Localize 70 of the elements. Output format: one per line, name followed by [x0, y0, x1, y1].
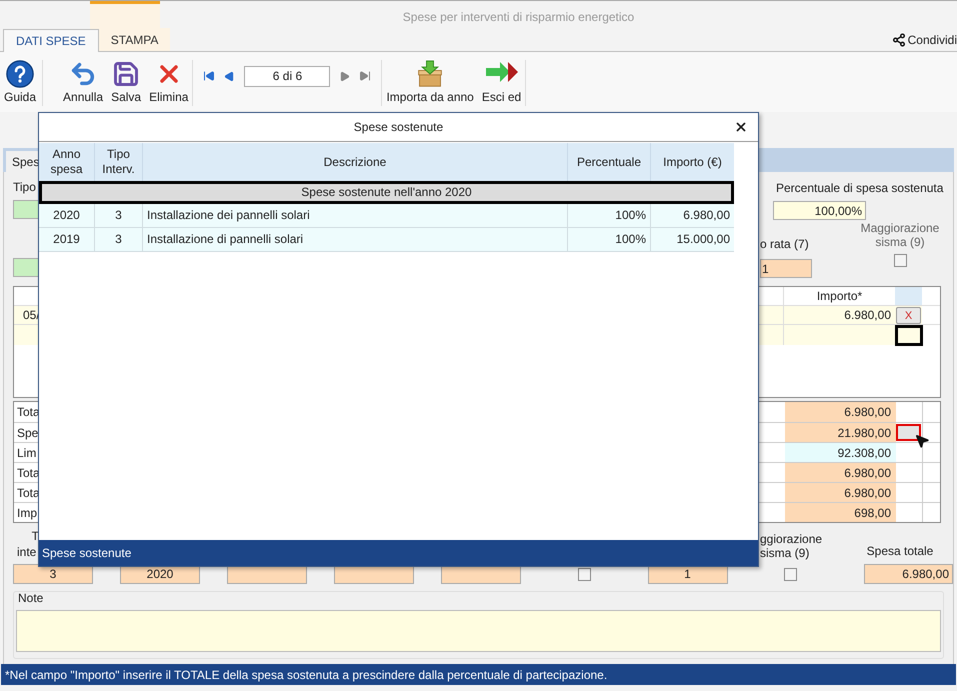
- undo-button[interactable]: Annulla: [59, 60, 108, 106]
- type-field[interactable]: [13, 200, 39, 219]
- delete-row-button[interactable]: X: [896, 306, 921, 324]
- total-label: Lim: [16, 444, 38, 462]
- table-cell: Installazione dei pannelli solari: [143, 204, 568, 227]
- checkbox[interactable]: [784, 568, 798, 580]
- table-cell: 100%: [568, 228, 651, 251]
- field-label: T: [32, 528, 39, 544]
- total-value: 6.980,00: [785, 483, 896, 502]
- arrow-icon: [484, 60, 520, 84]
- help-button[interactable]: Guida: [0, 60, 44, 106]
- total-label: Spe: [16, 424, 40, 442]
- total-value: 92.308,00: [785, 443, 896, 462]
- cursor-icon: [914, 433, 930, 449]
- table-cell: 3: [95, 228, 143, 251]
- help-icon: [4, 60, 36, 88]
- table-cell: 6.980,00: [783, 306, 895, 324]
- column-header: [895, 287, 922, 305]
- details-button[interactable]: [896, 424, 921, 441]
- total-field[interactable]: 6.980,00: [864, 564, 953, 584]
- checkbox[interactable]: [578, 568, 591, 580]
- group-row: Spese sostenute nell'anno 2020: [39, 181, 734, 204]
- field-label: Percentuale di spesa sostenuta: [776, 180, 944, 197]
- ribbon-tab[interactable]: DATI SPESE: [3, 29, 99, 52]
- field-label: Tipo: [13, 179, 37, 196]
- share-button[interactable]: Condividi: [892, 30, 957, 50]
- dialog-title: Spese sostenute: [354, 119, 444, 136]
- next-record-icon[interactable]: [339, 70, 350, 82]
- box-icon: [416, 60, 444, 88]
- close-icon[interactable]: [734, 120, 748, 134]
- checkbox[interactable]: [894, 254, 906, 267]
- total-value: 21.980,00: [785, 423, 896, 442]
- field-label: ggiorazione: [760, 532, 824, 546]
- window-title: Spese per interventi di risparmio energetico: [402, 9, 634, 26]
- table-cell: 3: [95, 204, 143, 227]
- tab-highlight: [90, 1, 160, 30]
- total-value: 698,00: [785, 503, 896, 522]
- field-label: Maggiorazione sisma (9): [860, 221, 940, 249]
- field-label: sisma (9): [760, 546, 810, 560]
- total-label: Imp: [16, 504, 38, 522]
- percentage-field[interactable]: 100,00%: [773, 201, 866, 220]
- installment-field[interactable]: 1: [760, 259, 812, 278]
- column-header: Importo (€): [662, 154, 723, 170]
- exit-button[interactable]: Esci ed: [478, 60, 526, 106]
- footnote: *Nel campo "Importo" inserire il TOTALE della spesa sostenuta a prescindere dalla percentuale di partecipazione.: [5, 666, 608, 684]
- last-record-icon[interactable]: [359, 70, 372, 82]
- table-cell: 100%: [568, 204, 651, 227]
- ribbon-tab[interactable]: STAMPA: [98, 28, 170, 51]
- field-label: inte: [17, 544, 36, 560]
- total-value: 6.980,00: [785, 463, 896, 482]
- type-field[interactable]: [13, 258, 39, 277]
- table-cell-text: 15.000,00: [676, 231, 731, 248]
- note-field[interactable]: [16, 610, 941, 652]
- table-cell: 2019: [39, 228, 95, 251]
- field-label: o rata (7): [760, 236, 810, 253]
- dialog-status: Spese sostenute: [42, 545, 132, 562]
- previous-record-icon[interactable]: [224, 70, 236, 82]
- import-button[interactable]: Importa da anno: [382, 60, 478, 106]
- save-button[interactable]: Salva: [107, 60, 146, 106]
- field-label: Spesa totale: [866, 543, 934, 560]
- input-field[interactable]: 3: [13, 564, 93, 584]
- first-record-icon[interactable]: [203, 70, 216, 82]
- table-cell: 2020: [39, 204, 95, 227]
- share-icon: [892, 33, 906, 47]
- table-cell: Installazione di pannelli solari: [143, 228, 568, 251]
- total-value: 6.980,00: [785, 402, 896, 422]
- group-label: Note: [17, 591, 44, 605]
- record-field[interactable]: 6 di 6: [244, 66, 330, 86]
- table-cell-text: 6.980,00: [682, 207, 731, 224]
- delete-button[interactable]: Elimina: [145, 60, 192, 106]
